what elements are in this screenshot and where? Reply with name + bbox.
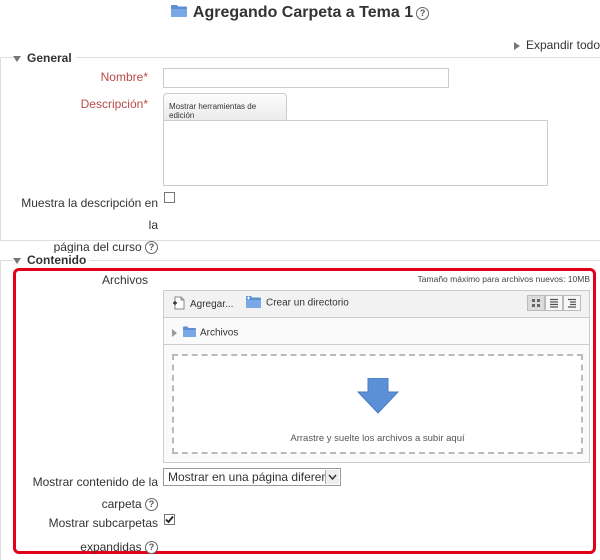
grid-view-icon: [528, 299, 544, 313]
content-legend[interactable]: Contenido: [13, 253, 91, 267]
expand-all-label: Expandir todo: [525, 38, 600, 52]
view-list-button[interactable]: [545, 295, 563, 311]
expand-arrow-icon: [513, 41, 520, 50]
display-label-line1: Mostrar contenido de la: [32, 475, 158, 489]
content-left-border: [0, 260, 1, 560]
general-legend-label: General: [27, 51, 72, 65]
help-icon[interactable]: ?: [145, 541, 158, 555]
description-textarea[interactable]: [163, 120, 548, 186]
chevron-down-icon: [325, 470, 339, 484]
general-left-border: [0, 57, 1, 240]
folder-icon: [183, 326, 196, 340]
view-icons-button[interactable]: [527, 295, 545, 311]
download-arrow-icon: [356, 377, 400, 417]
help-icon[interactable]: ?: [145, 241, 158, 255]
name-label: Nombre*: [20, 70, 148, 84]
description-label: Descripción*: [20, 97, 148, 111]
general-top-border: [0, 57, 600, 58]
create-directory-label: Crear un directorio: [266, 297, 349, 309]
path-bar-divider: [164, 344, 589, 345]
display-label-line2: carpeta: [101, 497, 142, 511]
page-title: Agregando Carpeta a Tema 1: [192, 4, 414, 22]
general-legend[interactable]: General: [13, 51, 76, 65]
drop-hint: Arrastre y suelte los archivos a subir a…: [290, 433, 465, 444]
name-label-text: Nombre: [100, 70, 144, 84]
expand-all-link[interactable]: Expandir todo: [513, 38, 600, 52]
path-breadcrumb[interactable]: Archivos: [172, 326, 238, 340]
subfolders-label-line1: Mostrar subcarpetas: [48, 516, 158, 530]
content-legend-label: Contenido: [27, 253, 87, 267]
subfolders-label: Mostrar subcarpetas expandidas ?: [20, 511, 158, 559]
required-marker: *: [143, 70, 148, 84]
view-tree-button[interactable]: [563, 295, 581, 311]
show-description-checkbox[interactable]: [164, 192, 175, 203]
display-label: Mostrar contenido de la carpeta ?: [20, 471, 158, 515]
max-size-note: Tamaño máximo para archivos nuevos: 10MB: [417, 274, 590, 284]
add-file-button[interactable]: Agregar...: [172, 296, 233, 313]
path-label: Archivos: [200, 327, 239, 339]
list-view-icon: [546, 298, 562, 313]
show-description-label: Muestra la descripción en la página del …: [10, 192, 158, 258]
new-folder-icon: [246, 295, 261, 311]
subfolders-checkbox[interactable]: [164, 514, 175, 525]
add-file-label: Agregar...: [190, 299, 234, 311]
show-description-line1: Muestra la descripción en la: [21, 196, 158, 232]
collapse-caret-icon: [13, 257, 21, 264]
name-input[interactable]: [163, 68, 449, 88]
collapse-caret-icon: [13, 55, 21, 62]
tree-view-icon: [564, 298, 580, 313]
display-select-value: Mostrar en una página diferente: [168, 470, 339, 484]
help-icon[interactable]: ?: [145, 498, 158, 512]
page-title-row: Agregando Carpeta a Tema 1?: [0, 4, 600, 22]
add-file-icon: [172, 296, 186, 313]
help-icon[interactable]: ?: [416, 6, 430, 20]
path-arrow-icon: [172, 329, 177, 337]
show-description-line2: página del curso: [53, 240, 142, 254]
files-label: Archivos: [101, 273, 148, 287]
editor-tools-button[interactable]: Mostrar herramientas de edición: [163, 93, 287, 121]
create-directory-button[interactable]: Crear un directorio: [246, 295, 349, 311]
description-label-text: Descripción: [80, 97, 144, 111]
folder-icon: [170, 4, 187, 22]
subfolders-label-line2: expandidas: [80, 540, 142, 554]
required-marker: *: [143, 97, 148, 111]
display-select[interactable]: Mostrar en una página diferente: [163, 468, 341, 486]
